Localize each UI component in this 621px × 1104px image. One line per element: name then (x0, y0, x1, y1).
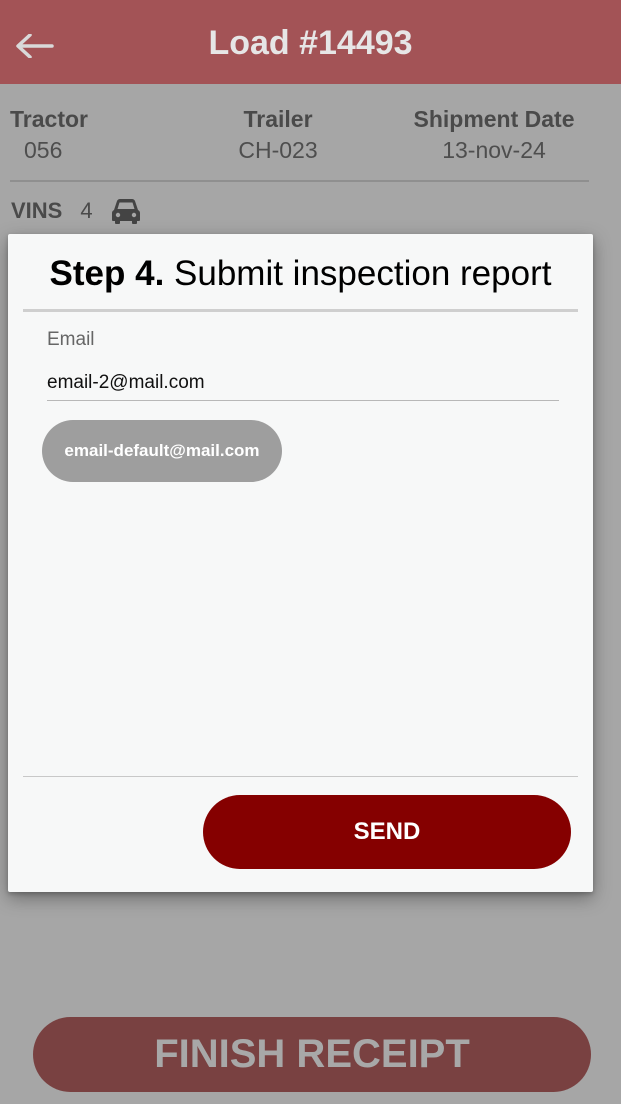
email-label: Email (47, 329, 95, 350)
shipment-date-info: Shipment Date 13-nov-24 (406, 106, 582, 164)
vins-count: 4 (80, 198, 93, 223)
dialog-footer-divider (23, 776, 578, 777)
trailer-value: CH-023 (238, 137, 318, 163)
email-suggestion-label: email-default@mail.com (64, 441, 260, 460)
email-suggestion-chip[interactable]: email-default@mail.com (42, 420, 282, 482)
finish-receipt-label: FINISH RECEIPT (154, 1032, 470, 1076)
page-title: Load #14493 (208, 24, 413, 62)
dialog-title-divider (23, 309, 578, 312)
submit-report-dialog: Step 4. Submit inspection report Email e… (8, 234, 593, 892)
tractor-info: Tractor 056 (10, 106, 88, 164)
shipment-date-label: Shipment Date (413, 106, 575, 132)
vins-row: VINS 4 (11, 198, 141, 224)
shipment-date-value: 13-nov-24 (442, 137, 546, 163)
email-field[interactable] (47, 365, 559, 401)
trailer-label: Trailer (243, 106, 313, 132)
vins-label: VINS (11, 198, 63, 223)
dialog-title-text: Submit inspection report (174, 254, 552, 293)
dialog-step: Step 4. (49, 254, 165, 293)
tractor-label: Tractor (10, 106, 88, 132)
send-button-label: SEND (353, 818, 421, 845)
car-icon (111, 198, 141, 224)
app-header: Load #14493 (0, 0, 621, 84)
trailer-info: Trailer CH-023 (226, 106, 330, 164)
send-button[interactable]: SEND (203, 795, 571, 869)
dialog-title: Step 4. Submit inspection report (8, 254, 593, 294)
tractor-value: 056 (24, 137, 63, 163)
finish-receipt-button[interactable]: FINISH RECEIPT (33, 1017, 591, 1092)
info-divider (10, 180, 589, 182)
